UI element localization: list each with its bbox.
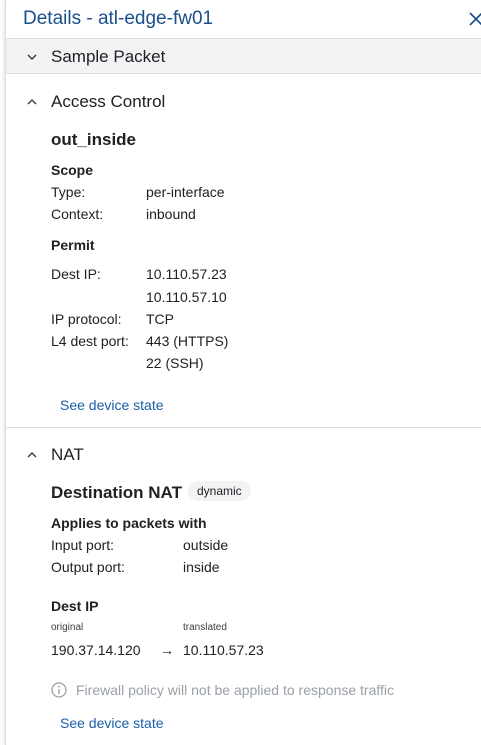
close-icon[interactable]: [468, 9, 481, 29]
translated-ip-value: 10.110.57.23: [183, 642, 264, 658]
panel-title: Details - atl-edge-fw01: [23, 8, 214, 29]
chevron-down-icon: [27, 54, 37, 61]
sample-packet-label: Sample Packet: [51, 47, 166, 66]
dest-ip-label: Dest IP:: [51, 266, 101, 282]
nat-type-badge: dynamic: [188, 481, 251, 501]
nat-note: Firewall policy will not be applied to r…: [76, 682, 395, 698]
ip-protocol-value: TCP: [146, 311, 174, 327]
permit-heading: Permit: [51, 237, 95, 253]
section-divider: [6, 427, 481, 428]
l4-dest-port-value: 22 (SSH): [146, 355, 204, 371]
chevron-up-icon: [27, 451, 37, 458]
access-control-header[interactable]: Access Control: [6, 92, 481, 122]
scope-heading: Scope: [51, 162, 94, 178]
dest-ip-value: 10.110.57.10: [146, 289, 227, 305]
l4-dest-port-value: 443 (HTTPS): [146, 333, 229, 349]
access-control-label: Access Control: [51, 92, 166, 111]
output-port-label: Output port:: [51, 559, 125, 575]
see-device-state-link[interactable]: See device state: [60, 715, 164, 731]
ip-protocol-label: IP protocol:: [51, 311, 122, 327]
nat-header[interactable]: NAT: [6, 445, 481, 475]
panel-header: Details - atl-edge-fw01: [6, 0, 481, 39]
see-device-state-link[interactable]: See device state: [60, 397, 164, 413]
l4-dest-port-label: L4 dest port:: [51, 333, 129, 349]
dest-ip-heading: Dest IP: [51, 598, 99, 614]
details-panel: Details - atl-edge-fw01 Sample Packet Ac…: [5, 0, 481, 745]
chevron-up-icon: [27, 98, 37, 105]
nat-type-title: Destination NAT: [51, 483, 182, 502]
original-ip-value: 190.37.14.120: [51, 642, 141, 658]
dest-ip-value: 10.110.57.23: [146, 266, 227, 282]
nat-label: NAT: [51, 445, 84, 464]
translated-label: translated: [183, 622, 227, 633]
type-label: Type:: [51, 184, 86, 200]
translation-arrow: →: [160, 642, 174, 658]
context-value: inbound: [146, 206, 196, 222]
input-port-label: Input port:: [51, 537, 115, 553]
type-value: per-interface: [146, 184, 225, 200]
input-port-value: outside: [183, 537, 229, 553]
sample-packet-header[interactable]: Sample Packet: [6, 39, 481, 74]
rule-name: out_inside: [51, 130, 137, 149]
info-icon: [51, 682, 67, 698]
context-label: Context:: [51, 206, 104, 222]
original-label: original: [51, 622, 84, 633]
applies-heading: Applies to packets with: [51, 515, 207, 531]
output-port-value: inside: [183, 559, 220, 575]
